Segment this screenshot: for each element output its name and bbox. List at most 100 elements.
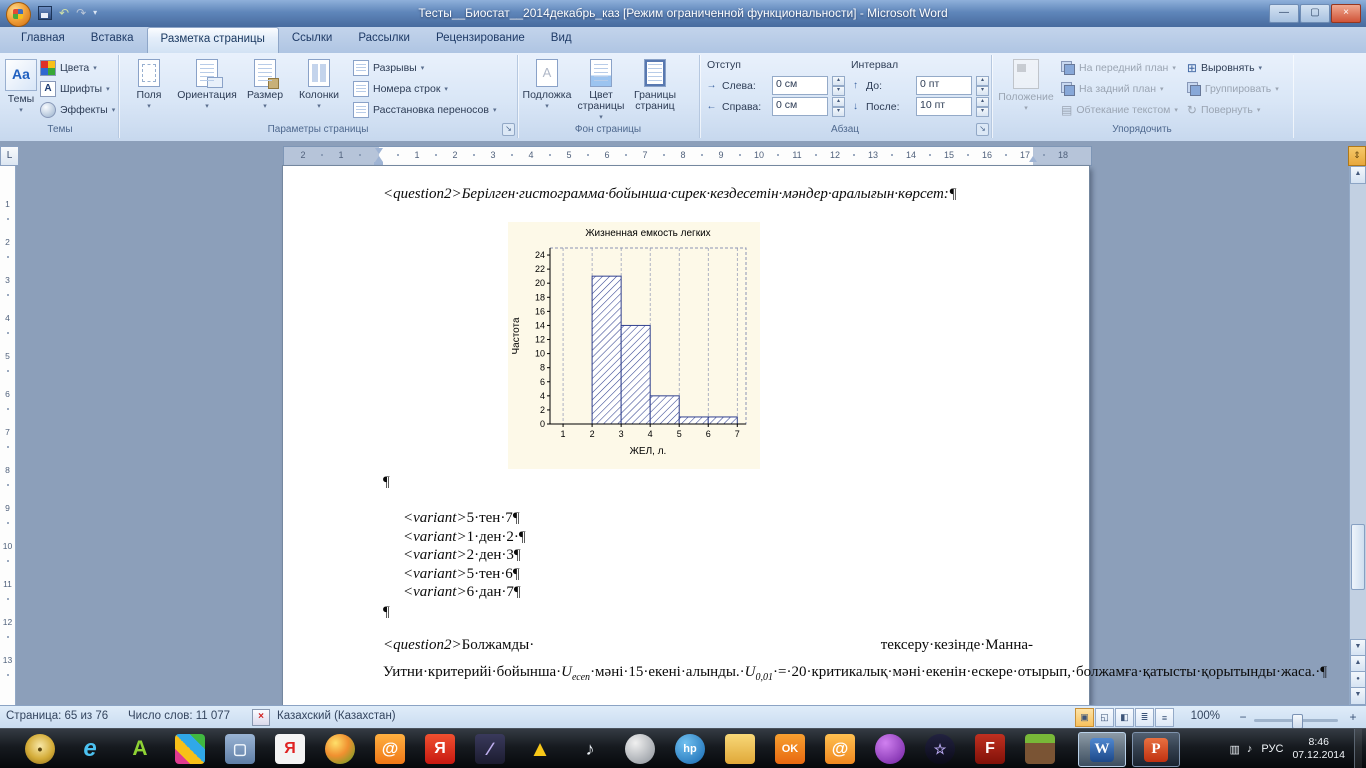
align-button[interactable]: ⊞ Выровнять ▾ (1184, 57, 1279, 78)
spell-check-icon[interactable]: × (252, 709, 270, 726)
spacing-before-input[interactable]: 0 пт (916, 76, 972, 95)
watermark-button[interactable]: Подложка ▾ (520, 57, 574, 112)
volume-app-icon[interactable]: ♪ (575, 734, 605, 764)
tray-display-icon[interactable]: ▥ (1230, 743, 1240, 756)
purple-sphere-icon[interactable] (875, 734, 905, 764)
minimize-button[interactable]: — (1269, 4, 1299, 23)
warning-app-icon[interactable]: ▲ (525, 734, 555, 764)
qat-customize-icon[interactable]: ▾ (93, 5, 97, 21)
group-button[interactable]: Группировать ▾ (1184, 78, 1279, 99)
view-button-2[interactable]: ◧ (1115, 708, 1134, 727)
bring-to-front-button[interactable]: На передний план ▾ (1058, 57, 1178, 78)
color-sphere-icon[interactable] (325, 734, 355, 764)
mail-agent2-icon[interactable]: @ (825, 734, 855, 764)
view-button-1[interactable]: ◱ (1095, 708, 1114, 727)
word-count[interactable]: Число слов: 11 077 (128, 710, 230, 722)
view-button-3[interactable]: ≣ (1135, 708, 1154, 727)
hp-icon[interactable]: hp (675, 734, 705, 764)
position-button[interactable]: Положение ▾ (994, 57, 1058, 114)
rotate-button[interactable]: ↻ Повернуть ▾ (1184, 99, 1279, 120)
redo-icon[interactable]: ↷ (76, 5, 86, 21)
scroll-up-button[interactable]: ▲ (1350, 166, 1366, 184)
next-page-button[interactable]: ▼ (1350, 687, 1366, 705)
keyboard-layout-indicator[interactable]: РУС (1261, 743, 1283, 755)
left-indent-box-marker[interactable] (374, 162, 383, 165)
line-numbers-button[interactable]: Номера строк ▾ (350, 78, 496, 99)
vertical-ruler[interactable]: 1 2 3 4 5 6 7 8 9 10 11 12 13 (0, 166, 16, 705)
powerpoint-window-button[interactable]: P (1132, 732, 1180, 767)
close-button[interactable]: × (1331, 4, 1361, 23)
tray-volume-icon[interactable]: ♪ (1247, 743, 1253, 756)
horizontal-ruler[interactable]: 2 1 1 2 3 4 5 6 7 8 9 10 11 12 13 14 15 16 17 18 (283, 146, 1092, 166)
scroll-thumb[interactable] (1351, 524, 1365, 590)
theme-effects-button[interactable]: Эффекты ▾ (37, 99, 115, 120)
page-setup-dialog-launcher[interactable]: ↘ (502, 123, 515, 136)
page-borders-button[interactable]: Границы страниц (628, 57, 682, 112)
hyphenation-button[interactable]: Расстановка переносов ▾ (350, 99, 496, 120)
save-icon[interactable] (38, 6, 52, 20)
flash-icon[interactable]: F (975, 734, 1005, 764)
text-wrap-button[interactable]: ▤ Обтекание текстом ▾ (1058, 99, 1178, 120)
document-page[interactable]: <question2>Берілген·гистограмма·бойынша·… (283, 166, 1327, 705)
aimp-icon[interactable]: A (125, 734, 155, 764)
zoom-slider-thumb[interactable] (1292, 714, 1303, 729)
theme-fonts-button[interactable]: A Шрифты ▾ (37, 78, 115, 99)
margins-button[interactable]: Поля ▾ (122, 57, 176, 112)
columns-button[interactable]: Колонки ▾ (292, 57, 346, 112)
ribbon-tab-0[interactable]: Главная (8, 27, 78, 53)
vertical-scrollbar[interactable]: ▲ ▼ ▲ ● ▼ (1349, 166, 1366, 705)
indent-right-spinner[interactable]: ▴ ▾ (832, 96, 845, 117)
odnoklassniki-icon[interactable]: OK (775, 734, 805, 764)
internet-explorer-icon[interactable]: e (75, 734, 105, 764)
pen-app-icon[interactable]: ∕ (475, 734, 505, 764)
zoom-in-button[interactable]: + (1346, 710, 1360, 724)
ribbon-tab-4[interactable]: Рассылки (345, 27, 423, 53)
start-disc-icon[interactable]: • (25, 734, 55, 764)
themes-button[interactable]: Aa Темы ▾ (5, 57, 37, 116)
clock[interactable]: 8:46 07.12.2014 (1292, 736, 1345, 762)
spacing-after-input[interactable]: 10 пт (916, 97, 972, 116)
undo-icon[interactable]: ↶ (59, 5, 69, 21)
gray-sphere-icon[interactable] (625, 734, 655, 764)
theme-colors-button[interactable]: Цвета ▾ (37, 57, 115, 78)
word-window-button[interactable]: W (1078, 732, 1126, 767)
first-line-indent-marker[interactable] (375, 148, 383, 154)
minecraft-icon[interactable] (1025, 734, 1055, 764)
indent-left-spinner[interactable]: ▴ ▾ (832, 75, 845, 96)
language-indicator[interactable]: Казахский (Казахстан) (277, 710, 396, 722)
yandex-white-icon[interactable]: Я (275, 734, 305, 764)
spacing-before-spinner[interactable]: ▴ ▾ (976, 75, 989, 96)
indent-right-input[interactable]: 0 см (772, 97, 828, 116)
folder-icon[interactable] (725, 734, 755, 764)
size-button[interactable]: Размер ▾ (238, 57, 292, 112)
page-color-button[interactable]: Цвет страницы ▾ (574, 57, 628, 123)
zoom-slider[interactable] (1254, 714, 1338, 729)
histogram-chart[interactable]: 0 2 4 6 8 10 12 14 16 18 20 22 24 1 2 3 4 5 6 7 Жизненная ем… (508, 222, 760, 469)
mail-agent-icon[interactable]: @ (375, 734, 405, 764)
orientation-button[interactable]: Ориентация ▾ (176, 57, 238, 112)
zoom-out-button[interactable]: − (1236, 710, 1250, 724)
ribbon-tab-3[interactable]: Ссылки (279, 27, 346, 53)
yandex-red-icon[interactable]: Я (425, 734, 455, 764)
office-button[interactable] (6, 2, 31, 27)
paragraph-dialog-launcher[interactable]: ↘ (976, 123, 989, 136)
ribbon-tab-6[interactable]: Вид (538, 27, 585, 53)
send-to-back-button[interactable]: На задний план ▾ (1058, 78, 1178, 99)
tab-selector[interactable]: L (0, 146, 19, 166)
spacing-after-spinner[interactable]: ▴ ▾ (976, 96, 989, 117)
ribbon-tab-2[interactable]: Разметка страницы (146, 27, 279, 53)
indent-left-input[interactable]: 0 см (772, 76, 828, 95)
restore-button[interactable]: ▢ (1300, 4, 1330, 23)
view-button-0[interactable]: ▣ (1075, 708, 1094, 727)
media-mosaic-icon[interactable] (175, 734, 205, 764)
galaxy-app-icon[interactable]: ☆ (925, 734, 955, 764)
ribbon-tab-5[interactable]: Рецензирование (423, 27, 538, 53)
zoom-level[interactable]: 100% (1191, 710, 1220, 722)
view-button-4[interactable]: ≡ (1155, 708, 1174, 727)
breaks-button[interactable]: Разрывы ▾ (350, 57, 496, 78)
app-window-icon[interactable]: ▢ (225, 734, 255, 764)
ruler-toggle-button[interactable]: ⇕ (1348, 146, 1366, 166)
show-desktop-button[interactable] (1354, 729, 1362, 768)
page-indicator[interactable]: Страница: 65 из 76 (6, 710, 108, 722)
ribbon-tab-1[interactable]: Вставка (78, 27, 147, 53)
